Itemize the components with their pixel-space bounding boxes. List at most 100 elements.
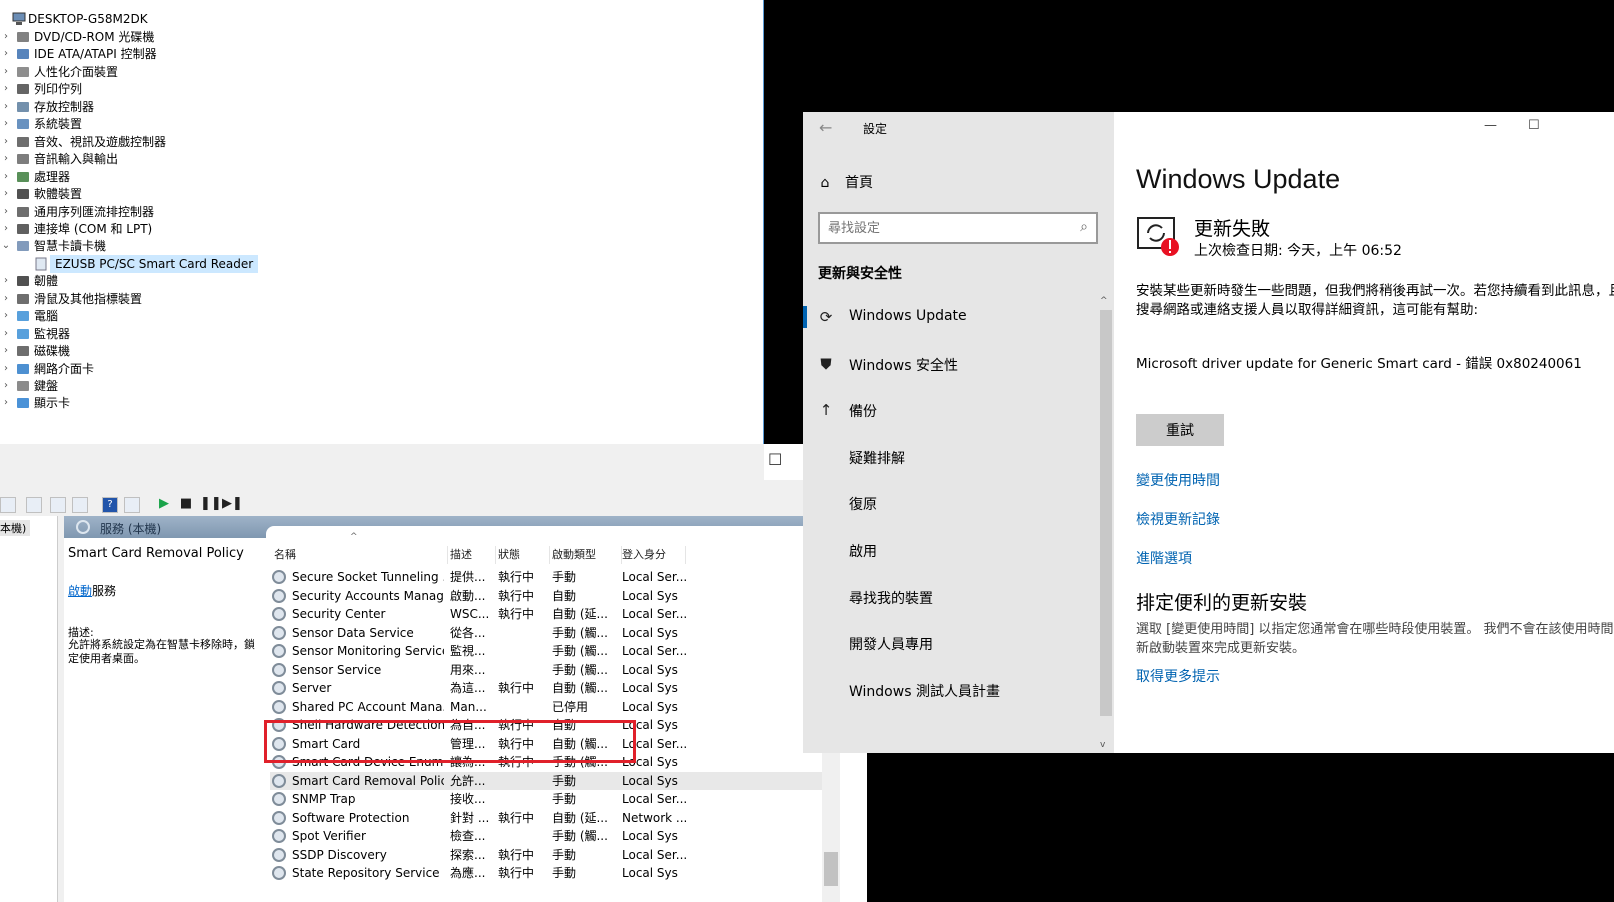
chevron-right-icon[interactable]: › [0, 360, 12, 378]
chevron-right-icon[interactable]: › [0, 168, 12, 186]
service-row[interactable]: SSDP Discovery 探索... 執行中 手動 Local Ser... [270, 846, 830, 865]
maximize-icon[interactable]: ☐ [768, 450, 782, 469]
chevron-right-icon[interactable]: › [0, 80, 12, 98]
nav-item[interactable]: ⛊ Windows 安全性 [803, 345, 1114, 385]
chevron-right-icon[interactable]: › [0, 342, 12, 360]
maximize-icon[interactable]: ☐ [1528, 118, 1540, 133]
chevron-right-icon[interactable]: › [0, 377, 12, 395]
nav-item[interactable]: 開發人員專用 [803, 624, 1114, 664]
service-startup-type: 自動 (延... [552, 607, 608, 621]
chevron-right-icon[interactable]: › [0, 28, 12, 46]
service-gear-icon [272, 662, 286, 677]
back-arrow-icon[interactable]: ← [819, 118, 832, 137]
chevron-right-icon[interactable]: › [0, 272, 12, 290]
chevron-right-icon[interactable]: › [0, 220, 12, 238]
service-name: Smart Card Removal Policy [292, 773, 444, 788]
printer-icon [16, 82, 30, 96]
start-service-icon[interactable]: ▶ [156, 497, 172, 513]
nav-home[interactable]: ⌂ 首頁 [817, 172, 873, 192]
service-startup-type: 手動 (觸... [552, 829, 608, 843]
chevron-right-icon[interactable]: › [0, 290, 12, 308]
service-log-on-as: Local Ser... [622, 570, 686, 584]
console-tree-node[interactable]: 本機) [0, 520, 31, 536]
computer-icon [12, 12, 26, 26]
service-row[interactable]: Spot Verifier 檢查... 手動 (觸... Local Sys [270, 827, 830, 846]
back-pane-icon[interactable] [0, 497, 16, 513]
service-startup-type: 自動 (觸... [552, 681, 608, 695]
service-name: Spot Verifier [292, 829, 366, 843]
change-active-hours-link[interactable]: 變更使用時間 [1136, 470, 1220, 490]
export-icon[interactable] [72, 497, 88, 513]
view-icon[interactable] [124, 497, 140, 513]
service-row[interactable]: Security Center WSC... 執行中 自動 (延... Local Se… [270, 605, 830, 624]
minimize-icon[interactable]: — [1484, 118, 1497, 133]
chevron-right-icon[interactable]: › [0, 185, 12, 203]
nav-scroll-thumb[interactable] [1100, 310, 1112, 716]
help-icon[interactable]: ? [102, 497, 118, 513]
refresh-icon[interactable] [50, 497, 66, 513]
tree-category-label: 智慧卡讀卡機 [34, 239, 107, 254]
settings-search-box[interactable]: ⌕ [818, 212, 1098, 244]
service-startup-type: 手動 [552, 773, 577, 788]
view-update-history-link[interactable]: 檢視更新記錄 [1136, 509, 1220, 529]
service-log-on-as: Local Ser... [622, 847, 686, 862]
nav-item[interactable]: 啟用 [803, 531, 1114, 571]
service-row[interactable]: Shared PC Account Mana... Man... 已停用 Local … [270, 698, 830, 717]
column-header-description[interactable]: 描述 [450, 546, 496, 564]
chevron-right-icon[interactable]: › [0, 45, 12, 63]
service-row[interactable]: Sensor Data Service 從各... 手動 (觸... Local Sy… [270, 624, 830, 643]
nav-item[interactable]: Windows 測試人員計畫 [803, 671, 1114, 711]
service-row[interactable]: Sensor Service 用來... 手動 (觸... Local Sys [270, 661, 830, 680]
properties-icon[interactable] [26, 497, 42, 513]
nav-scroll-down-icon[interactable]: v [1100, 740, 1105, 750]
settings-search-input[interactable] [828, 218, 1068, 238]
nav-scrollbar[interactable]: ^ v [1098, 296, 1112, 750]
chevron-right-icon[interactable]: › [0, 98, 12, 116]
service-row[interactable]: State Repository Service 為應... 執行中 手動 Local … [270, 864, 830, 883]
chevron-down-icon[interactable]: ⌄ [0, 237, 12, 255]
advanced-options-link[interactable]: 進階選項 [1136, 548, 1192, 568]
services-pane-header: 服務 (本機) [64, 516, 867, 538]
nav-section-title: 更新與安全性 [818, 266, 902, 282]
nav-item[interactable]: 疑難排解 [803, 438, 1114, 478]
tree-device-label: EZUSB PC/SC Smart Card Reader [50, 254, 259, 273]
service-name: SSDP Discovery [292, 847, 387, 862]
pause-service-icon[interactable]: ❚❚ [200, 497, 222, 513]
nav-item[interactable]: ⟳ Windows Update [803, 298, 1114, 338]
column-header-log-on-as[interactable]: 登入身分 [622, 546, 686, 564]
nav-item[interactable]: 復原 [803, 484, 1114, 524]
active-indicator [803, 306, 807, 328]
stop-service-icon[interactable]: ■ [178, 497, 194, 513]
service-name: Security Center [292, 607, 386, 621]
service-row[interactable]: Secure Socket Tunneling ... 提供... 執行中 手動 Loc… [270, 568, 830, 587]
service-row[interactable]: Sensor Monitoring Service 監視... 手動 (觸... Lo… [270, 642, 830, 661]
nav-item[interactable]: ↑ 備份 [803, 391, 1114, 431]
service-description-panel: Smart Card Removal Policy 啟動服務 描述: 允許將系統… [68, 546, 258, 665]
search-icon[interactable]: ⌕ [1080, 219, 1088, 235]
get-more-tips-link[interactable]: 取得更多提示 [1136, 666, 1220, 686]
column-header-status[interactable]: 狀態 [498, 546, 550, 564]
service-row[interactable]: SNMP Trap 接收... 手動 Local Ser... [270, 790, 830, 809]
service-row[interactable]: Software Protection 針對 ... 執行中 自動 (延... Netw… [270, 809, 830, 828]
chevron-right-icon[interactable]: › [0, 394, 12, 412]
chevron-right-icon[interactable]: › [0, 325, 12, 343]
restart-service-icon[interactable]: ▶❚ [222, 497, 243, 513]
start-service-link[interactable]: 啟動 [68, 584, 92, 598]
chevron-right-icon[interactable]: › [0, 203, 12, 221]
scroll-thumb[interactable] [824, 852, 838, 886]
chevron-right-icon[interactable]: › [0, 133, 12, 151]
chevron-right-icon[interactable]: › [0, 150, 12, 168]
service-name: State Repository Service [292, 866, 440, 880]
chevron-right-icon[interactable]: › [0, 63, 12, 81]
retry-button[interactable]: 重試 [1136, 414, 1224, 446]
chevron-right-icon[interactable]: › [0, 115, 12, 133]
service-row[interactable]: Security Accounts Manager 啟動... 執行中 自動 Local… [270, 587, 830, 606]
column-header-name[interactable]: 名稱 [274, 546, 448, 564]
chevron-right-icon[interactable]: › [0, 307, 12, 325]
service-row[interactable]: Server 為這... 執行中 自動 (觸... Local Sys [270, 679, 830, 698]
column-header-startup-type[interactable]: 啟動類型 [552, 546, 622, 564]
settings-nav: ← 設定 ⌂ 首頁 ⌕ 更新與安全性 ⟳ Windows Update ⛊ Window… [803, 112, 1114, 753]
nav-item[interactable]: 尋找我的裝置 [803, 578, 1114, 618]
service-row[interactable]: Smart Card Removal Policy 允許... 手動 Local Sy… [270, 771, 830, 790]
nav-scroll-up-icon[interactable]: ^ [1100, 296, 1108, 306]
